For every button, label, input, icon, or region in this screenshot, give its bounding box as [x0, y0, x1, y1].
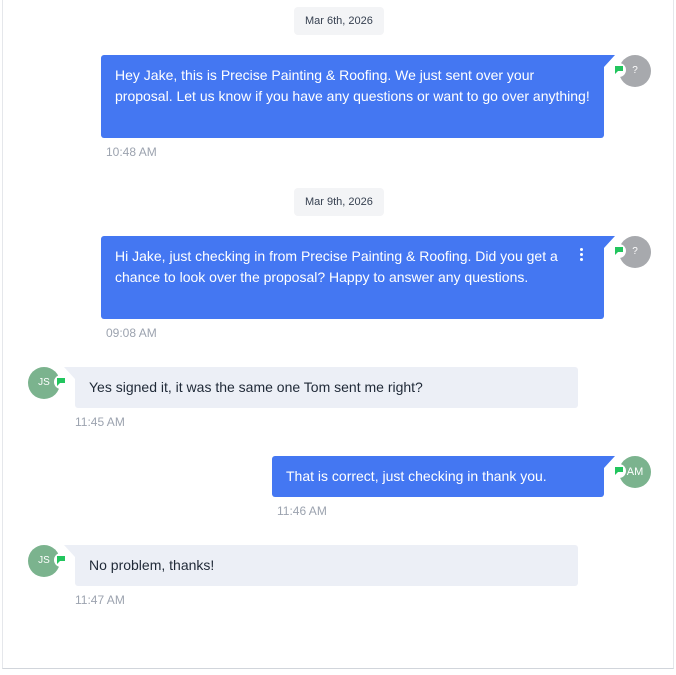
date-separator: Mar 9th, 2026 — [294, 188, 384, 216]
message-bubble[interactable]: Hi Jake, just checking in from Precise P… — [101, 236, 604, 319]
message-text: Yes signed it, it was the same one Tom s… — [89, 379, 423, 395]
bubble-tail — [64, 367, 75, 379]
message-text: Hi Jake, just checking in from Precise P… — [115, 248, 558, 285]
message-text: No problem, thanks! — [89, 557, 215, 573]
bubble-tail — [64, 545, 75, 557]
message-bubble[interactable]: No problem, thanks! — [75, 545, 578, 586]
avatar-initials: JS — [38, 555, 50, 566]
message-timestamp: 11:47 AM — [75, 593, 125, 607]
message-timestamp: 09:08 AM — [106, 326, 157, 340]
sms-icon — [612, 464, 626, 478]
avatar-initials: ? — [632, 65, 638, 76]
sms-icon — [612, 244, 626, 258]
message-text: Hey Jake, this is Precise Painting & Roo… — [115, 67, 590, 104]
avatar-initials: AM — [626, 466, 644, 478]
message-text: That is correct, just checking in thank … — [286, 468, 547, 484]
avatar-initials: JS — [38, 377, 50, 388]
message-bubble[interactable]: That is correct, just checking in thank … — [272, 456, 604, 497]
more-options-icon[interactable] — [580, 248, 584, 262]
message-bubble[interactable]: Yes signed it, it was the same one Tom s… — [75, 367, 578, 408]
date-separator: Mar 6th, 2026 — [294, 7, 384, 35]
conversation-panel: Mar 6th, 2026 Hey Jake, this is Precise … — [2, 0, 674, 669]
message-bubble[interactable]: Hey Jake, this is Precise Painting & Roo… — [101, 55, 604, 138]
avatar-initials: ? — [632, 246, 638, 257]
message-timestamp: 10:48 AM — [106, 145, 157, 159]
message-timestamp: 11:46 AM — [277, 504, 327, 518]
sms-icon — [612, 63, 626, 77]
message-timestamp: 11:45 AM — [75, 415, 125, 429]
